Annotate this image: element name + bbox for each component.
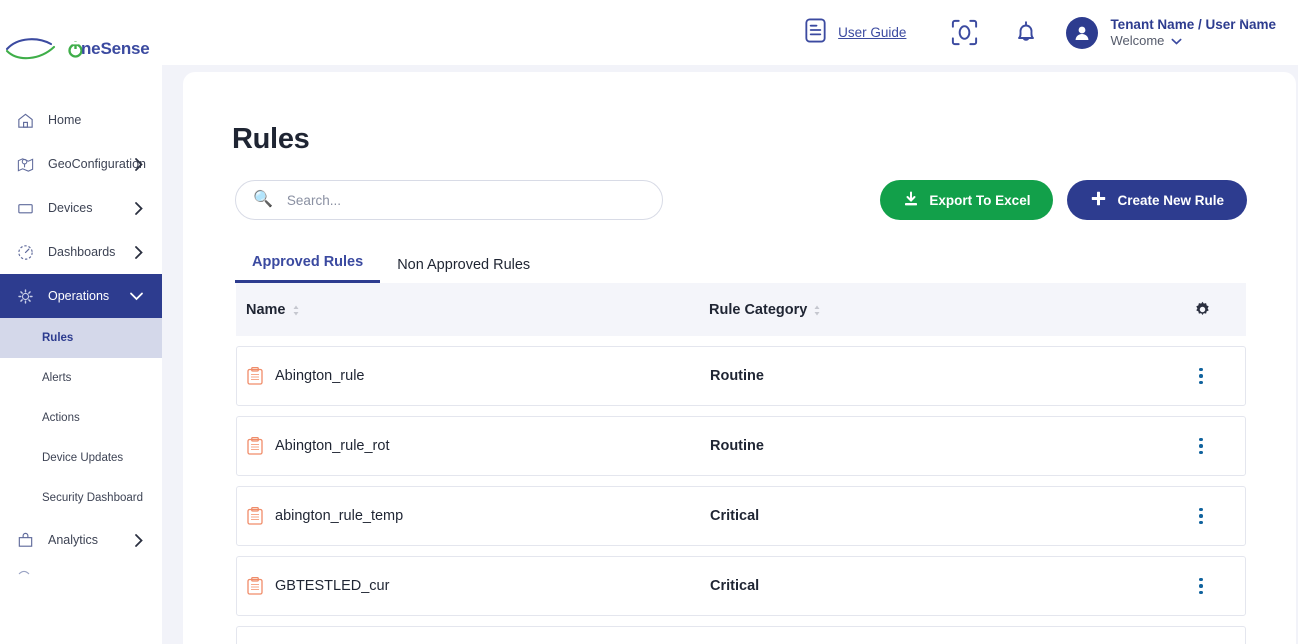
column-header-label: Name xyxy=(246,301,286,318)
search-box[interactable]: 🔍 xyxy=(235,180,663,220)
top-header-bar: User Guide Tenant Name / User Name Welco… xyxy=(162,0,1298,65)
chevron-right-icon xyxy=(134,245,144,260)
bell-icon[interactable] xyxy=(1000,7,1052,59)
scan-zero-icon[interactable] xyxy=(938,7,990,59)
sidebar-item-label: Home xyxy=(48,113,82,127)
sidebar-item-label: Devices xyxy=(48,201,93,215)
sidebar-partial-item xyxy=(0,562,162,582)
toolbar-row: 🔍 Export To Excel xyxy=(183,180,1296,220)
sidebar-item-home[interactable]: Home xyxy=(0,98,162,142)
kebab-menu-icon[interactable] xyxy=(1181,367,1221,385)
tab-approved-rules[interactable]: Approved Rules xyxy=(235,254,381,283)
clipboard-icon xyxy=(247,367,263,385)
user-guide-link[interactable]: User Guide xyxy=(838,25,906,40)
sidebar-item-label: Dashboards xyxy=(48,245,116,259)
clipboard-icon xyxy=(247,577,263,595)
export-to-excel-button[interactable]: Export To Excel xyxy=(880,180,1054,220)
chevron-right-icon xyxy=(134,533,144,548)
sidebar-item-label: Operations xyxy=(48,289,110,303)
clipboard-icon xyxy=(247,507,263,525)
corner-ghost-text: - ---- --- -- xyxy=(1229,18,1272,25)
tab-bar: Approved Rules Non Approved Rules xyxy=(235,249,1296,283)
sidebar-item-rules[interactable]: Rules xyxy=(0,318,162,358)
sort-indicator-icon[interactable] xyxy=(293,304,299,316)
sidebar-item-actions[interactable]: Actions xyxy=(0,398,162,438)
table-row[interactable]: abington_rule_temp Critical xyxy=(236,486,1246,546)
sidebar-item-device-updates[interactable]: Device Updates xyxy=(0,438,162,478)
welcome-label: Welcome xyxy=(1110,32,1165,48)
welcome-row[interactable]: Welcome xyxy=(1110,33,1276,48)
content-card: Rules 🔍 Export To Excel xyxy=(183,72,1296,644)
rule-name: GBTESTLED_cur xyxy=(275,578,390,594)
export-label: Export To Excel xyxy=(929,192,1031,208)
cell-name: GBTESTLED_cur xyxy=(247,577,710,595)
sidebar-item-operations[interactable]: Operations xyxy=(0,274,162,318)
table-row[interactable]: Abington_rule_rot Routine xyxy=(236,416,1246,476)
sidebar: neSense Home GeoConfiguration Devices Da… xyxy=(0,0,162,644)
action-buttons: Export To Excel Create New Rule xyxy=(880,180,1247,220)
sidebar-item-label: Analytics xyxy=(48,533,99,547)
rule-name: Abington_rule xyxy=(275,368,365,384)
search-input[interactable] xyxy=(286,192,627,208)
sidebar-item-geoconfiguration[interactable]: GeoConfiguration xyxy=(0,142,162,186)
table-row[interactable]: Abington_rule Routine xyxy=(236,346,1246,406)
logo-wordmark: neSense xyxy=(81,39,150,58)
table-row[interactable]: GBTESTLED_cur Critical xyxy=(236,556,1246,616)
cell-name: abington_rule_temp xyxy=(247,507,710,525)
sidebar-item-label: GeoConfiguration xyxy=(48,157,146,171)
table-settings-button[interactable] xyxy=(1182,301,1222,318)
create-new-rule-button[interactable]: Create New Rule xyxy=(1067,180,1247,220)
kebab-menu-icon[interactable] xyxy=(1181,437,1221,455)
map-pin-icon xyxy=(14,153,36,175)
sidebar-item-dashboards[interactable]: Dashboards xyxy=(0,230,162,274)
create-label: Create New Rule xyxy=(1117,192,1224,208)
column-header-name[interactable]: Name xyxy=(246,302,709,318)
tab-non-approved-rules[interactable]: Non Approved Rules xyxy=(380,257,547,283)
download-icon xyxy=(903,191,919,210)
kebab-menu-icon[interactable] xyxy=(1181,507,1221,525)
sidebar-item-alerts[interactable]: Alerts xyxy=(0,358,162,398)
plus-icon xyxy=(1090,190,1107,210)
user-guide-group[interactable]: User Guide xyxy=(802,17,906,49)
cell-name: Abington_rule xyxy=(247,367,710,385)
rule-name: Abington_rule_rot xyxy=(275,438,390,454)
rule-name: abington_rule_temp xyxy=(275,508,404,524)
rule-category: Critical xyxy=(710,578,760,594)
table-row[interactable] xyxy=(236,626,1246,644)
sidebar-item-security-dashboard[interactable]: Security Dashboard xyxy=(0,478,162,518)
magnifier-icon: 🔍 xyxy=(253,191,273,208)
briefcase-icon xyxy=(14,529,36,551)
clipboard-icon xyxy=(247,437,263,455)
document-icon xyxy=(802,17,829,49)
app-logo[interactable]: neSense xyxy=(0,0,162,98)
column-header-label: Rule Category xyxy=(709,301,808,318)
chevron-down-icon xyxy=(129,291,144,301)
sort-indicator-icon[interactable] xyxy=(814,304,820,316)
gauge-icon xyxy=(14,241,36,263)
rules-table: Name Rule Category Abington_rule Routine… xyxy=(236,283,1246,644)
sidebar-item-analytics[interactable]: Analytics xyxy=(0,518,162,562)
chevron-down-icon xyxy=(1171,33,1182,48)
page-title: Rules xyxy=(232,123,310,155)
rule-category: Critical xyxy=(710,508,760,524)
cell-name: Abington_rule_rot xyxy=(247,437,710,455)
gear-icon xyxy=(14,285,36,307)
avatar[interactable] xyxy=(1066,16,1099,49)
rule-category: Routine xyxy=(710,368,764,384)
rule-category: Routine xyxy=(710,438,764,454)
sidebar-item-devices[interactable]: Devices xyxy=(0,186,162,230)
table-header-row: Name Rule Category xyxy=(236,283,1246,336)
logo-wave-icon xyxy=(5,38,56,60)
user-avatar-icon xyxy=(1076,26,1089,40)
kebab-menu-icon[interactable] xyxy=(1181,577,1221,595)
chevron-right-icon xyxy=(134,157,144,172)
laptop-icon xyxy=(14,197,36,219)
chevron-right-icon xyxy=(134,201,144,216)
column-header-rule-category[interactable]: Rule Category xyxy=(709,302,1182,318)
home-icon xyxy=(14,109,36,131)
gear-icon xyxy=(1195,301,1209,315)
